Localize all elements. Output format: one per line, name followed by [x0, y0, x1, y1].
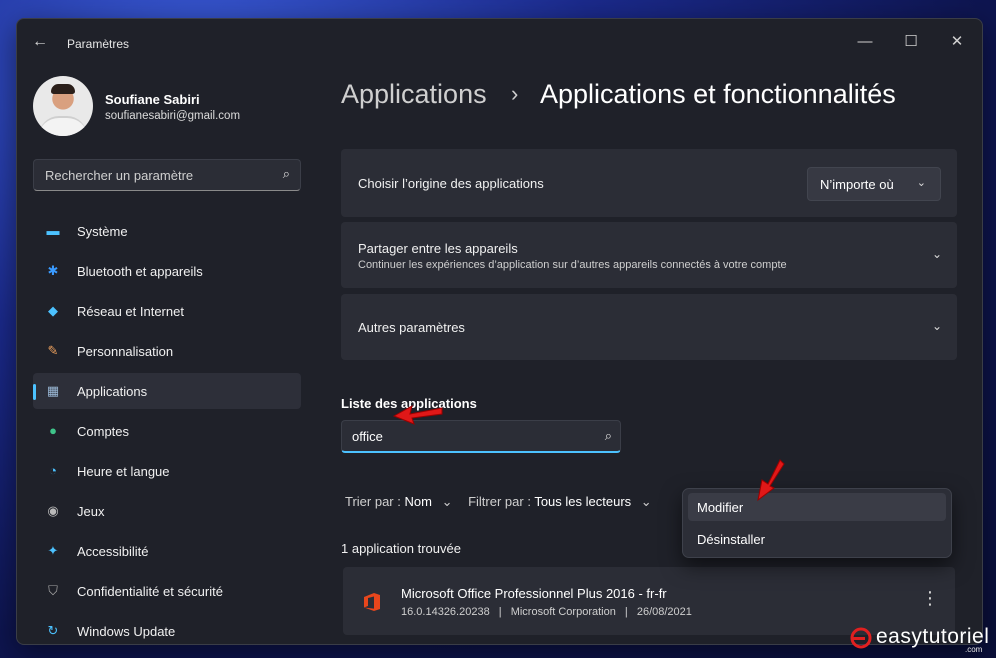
sidebar-item-label: Applications: [77, 384, 148, 399]
search-placeholder: Rechercher un paramètre: [45, 168, 194, 183]
minimize-button[interactable]: —: [843, 28, 887, 56]
app-origin-value: N’importe où: [820, 177, 894, 192]
person-icon: ●: [49, 423, 57, 438]
title-bar: ← Paramètres — ☐ ✕: [17, 19, 982, 65]
maximize-button[interactable]: ☐: [889, 28, 933, 56]
sort-label: Trier par :: [345, 494, 401, 509]
app-publisher: Microsoft Corporation: [510, 606, 616, 618]
apps-found-count: 1 application trouvée: [341, 541, 461, 556]
back-arrow-icon[interactable]: ←: [32, 33, 48, 51]
main-content: Applications › Applications et fonctionn…: [341, 65, 965, 644]
breadcrumb-chevron-icon: ›: [511, 81, 519, 106]
uninstall-menu-item[interactable]: Désinstaller: [688, 525, 946, 553]
sidebar-item-label: Accessibilité: [77, 544, 149, 559]
modify-label: Modifier: [697, 500, 744, 515]
window-title: Paramètres: [67, 37, 130, 51]
shield-icon: ⛉: [48, 583, 58, 598]
meta-separator: |: [498, 606, 502, 618]
settings-search-input[interactable]: Rechercher un paramètre ⌕: [33, 159, 301, 191]
app-origin-card: Choisir l’origine des applications N’imp…: [341, 149, 957, 217]
sidebar-item-label: Jeux: [77, 504, 105, 519]
monitor-icon: ▬: [46, 223, 60, 238]
sidebar-item-label: Système: [77, 224, 128, 239]
sidebar-item-update[interactable]: ↻ Windows Update: [33, 613, 301, 644]
app-origin-label: Choisir l’origine des applications: [358, 176, 544, 191]
page-title: Applications et fonctionnalités: [540, 79, 896, 109]
sidebar-item-globe-clock[interactable]: ◔ Heure et langue: [33, 453, 301, 489]
more-settings-card[interactable]: Autres paramètres ⌄: [341, 294, 957, 360]
close-button[interactable]: ✕: [935, 28, 979, 56]
sidebar-item-shield[interactable]: ⛉ Confidentialité et sécurité: [33, 573, 301, 609]
app-name: Microsoft Office Professionnel Plus 2016…: [401, 586, 667, 601]
app-meta: 16.0.14326.20238 | Microsoft Corporation…: [401, 606, 692, 618]
accessibility-icon: ✦: [47, 543, 59, 558]
office-icon: [364, 593, 380, 611]
chevron-down-icon: ⌄: [916, 177, 926, 189]
app-version: 16.0.14326.20238: [401, 606, 490, 618]
sidebar-item-label: Comptes: [77, 424, 130, 439]
app-origin-dropdown[interactable]: N’importe où ⌄: [807, 167, 941, 201]
avatar[interactable]: [33, 76, 93, 136]
share-devices-subtitle: Continuer les expériences d’application …: [358, 259, 787, 271]
share-devices-title: Partager entre les appareils: [358, 241, 518, 256]
user-name: Soufiane Sabiri: [105, 92, 200, 107]
uninstall-label: Désinstaller: [697, 532, 765, 547]
user-email: soufianesabiri@gmail.com: [105, 110, 241, 122]
search-icon[interactable]: ⌕: [283, 166, 290, 182]
sort-filter-row: Trier par : Nom ⌄ Filtrer par : Tous les…: [345, 494, 652, 510]
sidebar-item-apps[interactable]: ▦ Applications: [33, 373, 301, 409]
sidebar: Soufiane Sabiri soufianesabiri@gmail.com…: [17, 65, 317, 644]
sidebar-item-label: Personnalisation: [77, 344, 174, 359]
breadcrumb-parent[interactable]: Applications: [341, 79, 487, 110]
avatar-shirt: [39, 116, 87, 136]
more-settings-title: Autres paramètres: [358, 320, 465, 335]
sidebar-nav: ▬ Système ✱ Bluetooth et appareils ◆ Réseau e…: [33, 213, 301, 644]
chevron-down-icon: ⌄: [441, 494, 453, 509]
sidebar-item-person[interactable]: ● Comptes: [33, 413, 301, 449]
brush-icon: ✎: [47, 343, 59, 358]
app-filter-value: office: [352, 429, 383, 444]
chevron-down-icon[interactable]: ⌄: [932, 319, 942, 333]
chevron-down-icon[interactable]: ⌄: [932, 247, 942, 261]
gamepad-icon: ◉: [47, 503, 59, 518]
sidebar-item-accessibility[interactable]: ✦ Accessibilité: [33, 533, 301, 569]
red-arrow-icon: [757, 459, 785, 502]
app-install-date: 26/08/2021: [636, 606, 692, 618]
sidebar-item-monitor[interactable]: ▬ Système: [33, 213, 301, 249]
drive-filter-dropdown[interactable]: Filtrer par : Tous les lecteurs ⌄: [468, 494, 652, 509]
filter-value: Tous les lecteurs: [534, 494, 632, 509]
share-devices-card[interactable]: Partager entre les appareils Continuer l…: [341, 222, 957, 288]
sidebar-item-label: Confidentialité et sécurité: [77, 584, 223, 599]
sidebar-item-label: Bluetooth et appareils: [77, 264, 203, 279]
app-context-menu: Modifier Désinstaller: [682, 488, 952, 558]
bluetooth-icon: ✱: [47, 263, 59, 278]
meta-separator: |: [624, 606, 628, 618]
sidebar-item-gamepad[interactable]: ◉ Jeux: [33, 493, 301, 529]
sidebar-item-wifi[interactable]: ◆ Réseau et Internet: [33, 293, 301, 329]
more-options-icon[interactable]: ⋮: [921, 589, 939, 607]
watermark-domain: .com: [965, 645, 983, 654]
modify-menu-item[interactable]: Modifier: [688, 493, 946, 521]
sort-dropdown[interactable]: Trier par : Nom ⌄: [345, 494, 452, 509]
chevron-down-icon: ⌄: [640, 494, 652, 509]
update-icon: ↻: [47, 623, 59, 638]
filter-label: Filtrer par :: [468, 494, 531, 509]
sidebar-item-label: Réseau et Internet: [77, 304, 184, 319]
sort-value: Nom: [404, 494, 432, 509]
search-icon[interactable]: ⌕: [605, 428, 612, 444]
red-arrow-icon: [392, 405, 443, 425]
sidebar-item-brush[interactable]: ✎ Personnalisation: [33, 333, 301, 369]
avatar-hair: [51, 84, 75, 94]
apps-icon: ▦: [46, 383, 60, 398]
sidebar-item-label: Windows Update: [77, 624, 176, 639]
app-filter-input[interactable]: office ⌕: [341, 420, 621, 453]
sidebar-item-label: Heure et langue: [77, 464, 170, 479]
sidebar-item-bluetooth[interactable]: ✱ Bluetooth et appareils: [33, 253, 301, 289]
wifi-icon: ◆: [48, 303, 58, 318]
easytutoriel-logo-icon: [850, 627, 872, 649]
app-list-item: Microsoft Office Professionnel Plus 2016…: [343, 567, 955, 635]
globe-clock-icon: ◔: [49, 463, 57, 478]
